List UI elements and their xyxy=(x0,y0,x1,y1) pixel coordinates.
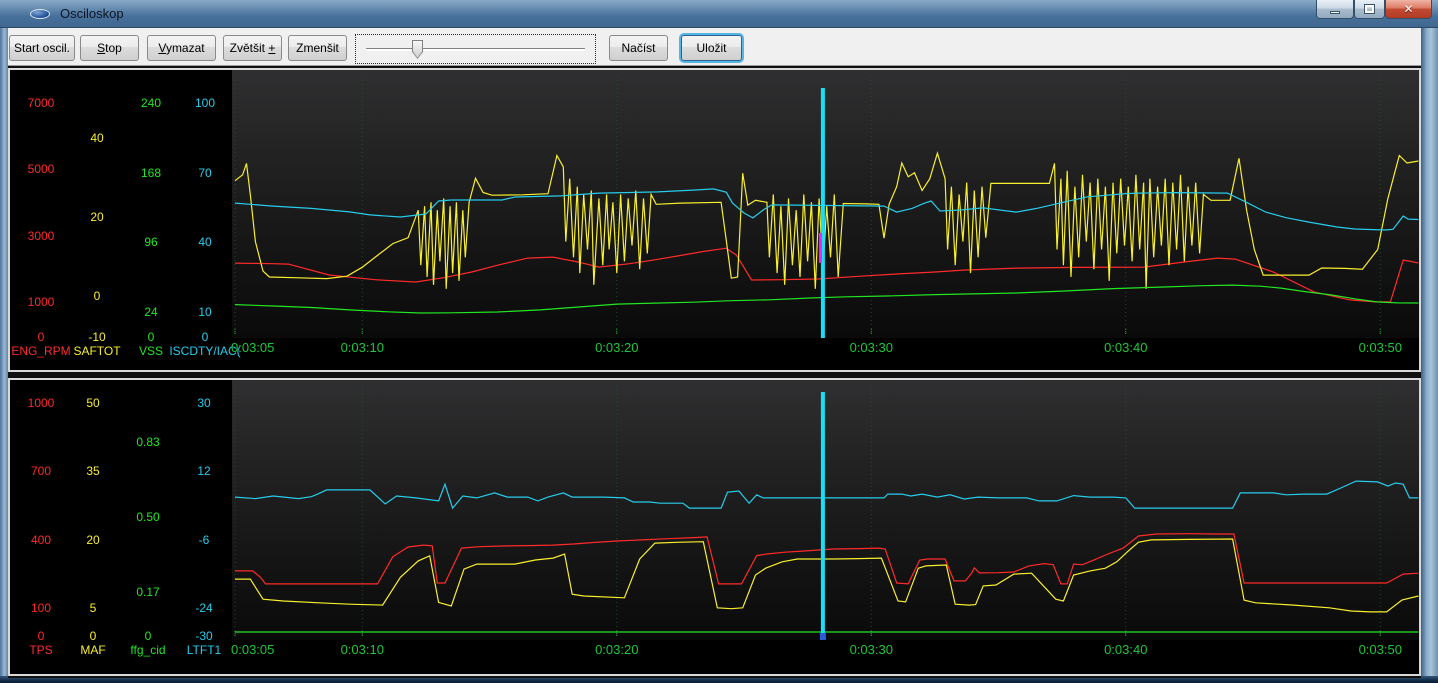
axis-min-eng-rpm: 0 xyxy=(38,330,45,344)
axis-tick-vss: 240 xyxy=(141,96,161,110)
maximize-icon xyxy=(1365,5,1374,13)
time-axis-label: 0:03:20 xyxy=(595,340,638,355)
axis-tick-saftot: 40 xyxy=(90,131,103,145)
time-axis-label: 0:03:30 xyxy=(850,340,893,355)
time-cursor[interactable] xyxy=(821,392,825,633)
close-button[interactable]: ✕ xyxy=(1385,0,1432,19)
toolbar: Start oscil.Stop oscil. Vymazat oscil Zvět… xyxy=(1,28,1437,66)
time-axis-label: 0:03:40 xyxy=(1104,642,1147,657)
axis-tick-tps: 400 xyxy=(31,533,51,547)
axis-tick-eng-rpm: 5000 xyxy=(28,162,55,176)
axis-tick-iscdty-iac-: 70 xyxy=(198,166,211,180)
osciloskop-window: Osciloskop ✕ Start oscil.Stop oscil. Vyma… xyxy=(0,0,1438,683)
app-logo-icon xyxy=(30,9,50,19)
axis-tick-maf: 5 xyxy=(90,601,97,615)
axis-min-iscdty-iac-: 0 xyxy=(202,330,209,344)
toolbar-button-zmen-it[interactable]: Zmenšit - xyxy=(288,35,347,61)
toolbar-button-zv-t-it[interactable]: Zvětšit + xyxy=(223,35,282,61)
channel-name-maf: MAF xyxy=(80,643,105,657)
axis-tick-vss: 168 xyxy=(141,166,161,180)
axis-tick-saftot: 20 xyxy=(90,210,103,224)
channel-name-tps: TPS xyxy=(29,643,52,657)
time-axis-label: 0:03:05 xyxy=(231,340,274,355)
axis-tick-ltft1: -24 xyxy=(195,601,212,615)
channel-name-ltft1: LTFT1 xyxy=(187,643,221,657)
time-axis-label: 0:03:50 xyxy=(1359,642,1402,657)
axis-tick-iscdty-iac-: 100 xyxy=(195,96,215,110)
load-button[interactable]: Načíst xyxy=(609,35,668,61)
plot-svg[interactable] xyxy=(232,380,1419,640)
plot-svg[interactable] xyxy=(232,70,1419,338)
caption-buttons: ✕ xyxy=(1316,0,1432,19)
toolbar-button-stop-oscil[interactable]: Stop oscil. xyxy=(80,35,139,61)
save-button[interactable]: Uložit xyxy=(681,35,742,61)
channel-name-saftot: SAFTOT xyxy=(73,344,120,358)
sample-marker xyxy=(819,233,822,263)
toolbar-button-start-oscil[interactable]: Start oscil. xyxy=(9,35,75,61)
window-frame-left xyxy=(0,28,8,676)
axis-tick-ltft1: -6 xyxy=(199,533,210,547)
oscilloscope-chart-top[interactable]: 70005000300010000ENG_RPM40200-10SAFTOT24… xyxy=(8,68,1421,372)
axis-min-ffg-cid: 0 xyxy=(145,629,152,643)
axis-tick-iscdty-iac-: 10 xyxy=(198,305,211,319)
chart-area: 70005000300010000ENG_RPM40200-10SAFTOT24… xyxy=(8,66,1421,678)
axis-tick-saftot: 0 xyxy=(94,289,101,303)
axis-tick-tps: 100 xyxy=(31,601,51,615)
channel-name-iscdty-iac-: ISCDTY/IAC( xyxy=(169,344,240,358)
time-axis-label: 0:03:05 xyxy=(231,642,274,657)
series-saftot xyxy=(235,153,1418,289)
axis-min-tps: 0 xyxy=(38,629,45,643)
toolbar-button-vymazat-oscil[interactable]: Vymazat oscil xyxy=(147,35,216,61)
minimize-icon xyxy=(1330,11,1340,14)
axis-min-ltft1: -30 xyxy=(195,629,212,643)
axis-tick-eng-rpm: 7000 xyxy=(28,96,55,110)
slider-thumb[interactable] xyxy=(412,40,423,59)
minimize-button[interactable] xyxy=(1316,0,1354,19)
channel-name-ffg-cid: ffg_cid xyxy=(130,643,165,657)
time-axis-label: 0:03:10 xyxy=(341,340,384,355)
series-vss xyxy=(235,285,1418,313)
slider-track[interactable] xyxy=(366,48,585,51)
time-axis-label: 0:03:30 xyxy=(850,642,893,657)
time-axis-label: 0:03:10 xyxy=(341,642,384,657)
series-eng-rpm xyxy=(235,248,1418,302)
axis-tick-eng-rpm: 3000 xyxy=(28,229,55,243)
axis-min-saftot: -10 xyxy=(88,330,105,344)
axis-tick-tps: 700 xyxy=(31,464,51,478)
zoom-slider[interactable] xyxy=(355,34,596,64)
axis-tick-vss: 96 xyxy=(144,235,157,249)
channel-name-eng-rpm: ENG_RPM xyxy=(11,344,70,358)
axis-tick-maf: 35 xyxy=(86,464,99,478)
axis-tick-eng-rpm: 1000 xyxy=(28,295,55,309)
axis-tick-maf: 50 xyxy=(86,396,99,410)
axis-tick-maf: 20 xyxy=(86,533,99,547)
time-axis-label: 0:03:40 xyxy=(1104,340,1147,355)
maximize-button[interactable] xyxy=(1354,0,1385,19)
axis-tick-ffg-cid: 0.83 xyxy=(136,435,159,449)
titlebar[interactable]: Osciloskop ✕ xyxy=(0,0,1438,28)
axis-tick-vss: 24 xyxy=(144,305,157,319)
oscilloscope-chart-bottom[interactable]: 10007004001000TPS50352050MAF0.830.500.17… xyxy=(8,378,1421,676)
channel-name-vss: VSS xyxy=(139,344,163,358)
time-cursor[interactable] xyxy=(821,88,825,338)
axis-tick-tps: 1000 xyxy=(28,396,55,410)
axis-tick-ffg-cid: 0.50 xyxy=(136,510,159,524)
axis-tick-ltft1: 30 xyxy=(197,396,210,410)
window-title: Osciloskop xyxy=(60,6,124,21)
axis-min-vss: 0 xyxy=(148,330,155,344)
axis-tick-iscdty-iac-: 40 xyxy=(198,235,211,249)
axis-min-maf: 0 xyxy=(90,629,97,643)
time-axis-label: 0:03:20 xyxy=(595,642,638,657)
cursor-notch[interactable] xyxy=(820,633,826,640)
window-frame-right xyxy=(1421,28,1438,676)
axis-tick-ltft1: 12 xyxy=(197,464,210,478)
time-axis-label: 0:03:50 xyxy=(1359,340,1402,355)
close-icon: ✕ xyxy=(1403,2,1413,16)
series-ltft1 xyxy=(235,481,1418,508)
axis-tick-ffg-cid: 0.17 xyxy=(136,585,159,599)
